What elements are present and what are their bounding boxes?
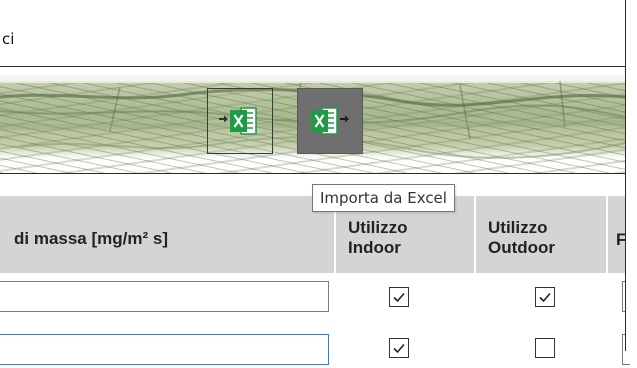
column-header-outdoor: Utilizzo Outdoor — [488, 218, 608, 266]
toolbar-banner — [0, 67, 625, 174]
indoor-checkbox[interactable] — [389, 287, 409, 307]
mass-input[interactable] — [0, 334, 329, 365]
table-row — [0, 330, 630, 368]
window-frame-edge — [625, 0, 637, 351]
indoor-checkbox[interactable] — [389, 338, 409, 358]
column-header-mass: di massa [mg/m² s] — [14, 229, 168, 248]
table-row — [0, 280, 630, 318]
outdoor-checkbox[interactable] — [535, 287, 555, 307]
mass-input[interactable] — [0, 281, 329, 312]
excel-export-icon — [219, 107, 257, 135]
column-header-indoor-line2: Indoor — [348, 238, 401, 257]
column-header-truncated: F — [616, 230, 625, 249]
import-excel-button[interactable] — [297, 88, 363, 154]
export-excel-button[interactable] — [207, 88, 273, 154]
outdoor-checkbox[interactable] — [535, 338, 555, 358]
column-divider — [474, 196, 476, 273]
checkmark-icon — [393, 292, 405, 303]
excel-import-icon — [311, 107, 349, 135]
checkmark-icon — [393, 343, 405, 354]
tooltip: Importa da Excel — [312, 184, 455, 212]
checkmark-icon — [539, 292, 551, 303]
column-header-outdoor-line1: Utilizzo — [488, 218, 548, 237]
window-title-bar: ci — [0, 0, 625, 67]
window-title: ci — [2, 30, 15, 48]
column-header-outdoor-line2: Outdoor — [488, 238, 556, 257]
column-header-indoor-line1: Utilizzo — [348, 218, 408, 237]
column-header-indoor: Utilizzo Indoor — [348, 218, 478, 266]
column-divider — [606, 196, 608, 273]
